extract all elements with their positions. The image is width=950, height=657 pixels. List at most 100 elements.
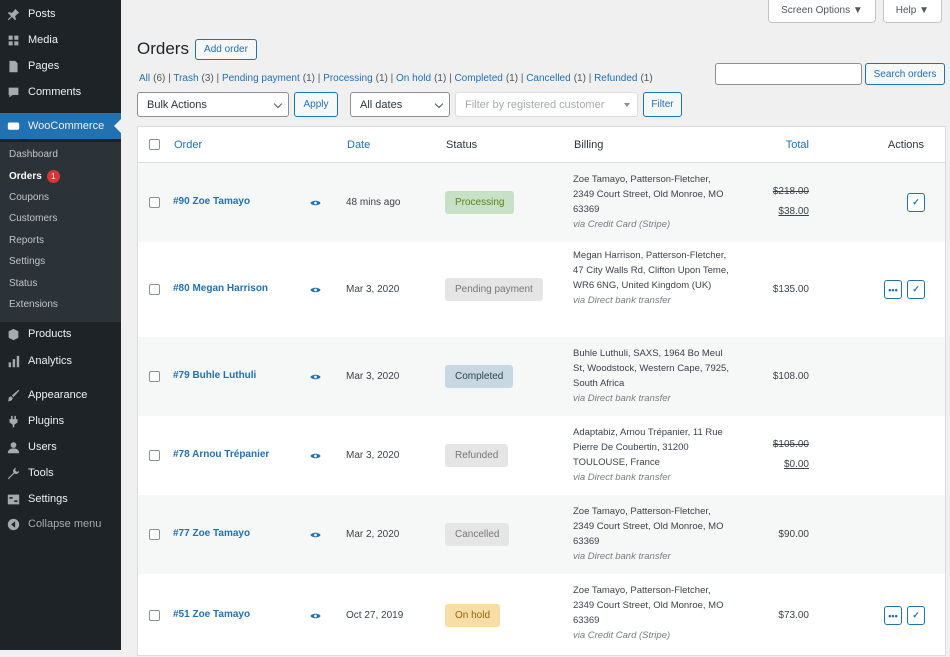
- complete-action-button[interactable]: ✓: [907, 606, 925, 625]
- status-link[interactable]: Completed: [454, 73, 502, 84]
- select-value: All dates: [360, 98, 403, 111]
- order-date: Mar 3, 2020: [346, 284, 400, 295]
- row-checkbox[interactable]: [149, 284, 160, 295]
- row-checkbox[interactable]: [149, 197, 160, 208]
- submenu-orders[interactable]: Orders 1: [9, 170, 60, 183]
- table-row[interactable]: #78 Arnou Trépanier Mar 3, 2020 Refunded Ad…: [138, 416, 945, 495]
- status-count: (3): [201, 73, 214, 84]
- menu-pages[interactable]: Pages: [0, 54, 121, 78]
- select-all-checkbox[interactable]: [149, 139, 160, 150]
- submenu-coupons[interactable]: Coupons: [9, 192, 49, 203]
- menu-appearance[interactable]: Appearance: [0, 383, 121, 407]
- preview-eye-icon[interactable]: [310, 200, 321, 206]
- menu-settings[interactable]: Settings: [0, 487, 121, 511]
- complete-action-button[interactable]: ✓: [907, 193, 925, 212]
- submenu-customers[interactable]: Customers: [9, 213, 57, 224]
- woocommerce-icon: [7, 120, 20, 133]
- order-total: $90.00: [778, 529, 809, 540]
- order-link[interactable]: #78 Arnou Trépanier: [173, 449, 269, 460]
- table-row[interactable]: #77 Zoe Tamayo Mar 2, 2020 Cancelled Zoe Ta…: [138, 495, 945, 574]
- status-badge: Processing: [445, 191, 515, 214]
- status-link[interactable]: All: [139, 73, 150, 84]
- table-row[interactable]: #79 Buhle Luthuli Mar 3, 2020 Completed Buh…: [138, 337, 945, 416]
- menu-label: Products: [28, 328, 72, 340]
- admin-sidebar: Posts Media Pages Comments WooCommerce D…: [0, 0, 121, 650]
- column-order[interactable]: Order: [174, 139, 202, 151]
- submenu-extensions[interactable]: Extensions: [9, 299, 58, 310]
- more-actions-button[interactable]: •••: [884, 606, 902, 625]
- row-checkbox[interactable]: [149, 371, 160, 382]
- collapse-menu[interactable]: Collapse menu: [0, 512, 121, 536]
- menu-posts[interactable]: Posts: [0, 2, 121, 26]
- payment-method: via Direct bank transfer: [573, 393, 671, 404]
- order-date: Mar 2, 2020: [346, 529, 400, 540]
- menu-plugins[interactable]: Plugins: [0, 409, 121, 433]
- status-count: (1): [375, 73, 388, 84]
- menu-tools[interactable]: Tools: [0, 461, 121, 485]
- date-filter-select[interactable]: All dates: [350, 92, 450, 117]
- payment-method: via Credit Card (Stripe): [573, 630, 671, 641]
- menu-label: Analytics: [28, 355, 73, 367]
- top-buttons: Screen Options ▼ Help ▼: [768, 0, 942, 23]
- submenu-settings[interactable]: Settings: [9, 256, 45, 267]
- menu-products[interactable]: Products: [0, 322, 121, 346]
- billing-address: Zoe Tamayo, Patterson-Fletcher, 2349 Cou…: [573, 583, 733, 643]
- menu-users[interactable]: Users: [0, 435, 121, 459]
- status-badge: Pending payment: [445, 278, 543, 301]
- menu-analytics[interactable]: Analytics: [0, 349, 121, 373]
- order-link[interactable]: #51 Zoe Tamayo: [173, 609, 250, 620]
- menu-woocommerce[interactable]: WooCommerce: [0, 113, 121, 139]
- billing-address: Zoe Tamayo, Patterson-Fletcher, 2349 Cou…: [573, 504, 733, 564]
- column-total[interactable]: Total: [786, 139, 809, 151]
- order-link[interactable]: #79 Buhle Luthuli: [173, 370, 256, 381]
- search-orders-button[interactable]: Search orders: [865, 63, 945, 85]
- status-link[interactable]: On hold: [396, 73, 431, 84]
- order-link[interactable]: #77 Zoe Tamayo: [173, 528, 250, 539]
- separator: |: [387, 73, 397, 84]
- preview-eye-icon[interactable]: [310, 287, 321, 293]
- status-link[interactable]: Pending payment: [222, 73, 300, 84]
- status-badge: Completed: [445, 365, 514, 388]
- submenu-label: Orders: [9, 171, 42, 182]
- row-checkbox[interactable]: [149, 610, 160, 621]
- column-billing: Billing: [574, 139, 604, 151]
- orders-table: Order Date Status Billing Total Actions …: [137, 126, 946, 656]
- menu-media[interactable]: Media: [0, 28, 121, 52]
- separator: |: [213, 73, 222, 84]
- submenu-dashboard[interactable]: Dashboard: [9, 149, 58, 160]
- menu-comments[interactable]: Comments: [0, 80, 121, 104]
- billing-address: Buhle Luthuli, SAXS, 1964 Bo Meul St, Wo…: [573, 346, 733, 406]
- status-badge: Refunded: [445, 444, 509, 467]
- add-order-button[interactable]: Add order: [195, 39, 257, 60]
- comments-icon: [7, 86, 20, 99]
- status-link[interactable]: Cancelled: [526, 73, 570, 84]
- more-actions-button[interactable]: •••: [884, 280, 902, 299]
- column-date[interactable]: Date: [347, 139, 370, 151]
- screen-options-button[interactable]: Screen Options ▼: [768, 0, 876, 23]
- status-link[interactable]: Trash: [173, 73, 198, 84]
- preview-eye-icon[interactable]: [310, 374, 321, 380]
- complete-action-button[interactable]: ✓: [907, 280, 925, 299]
- table-row[interactable]: #51 Zoe Tamayo Oct 27, 2019 On hold Zoe Tam…: [138, 574, 945, 657]
- preview-eye-icon[interactable]: [310, 532, 321, 538]
- apply-button[interactable]: Apply: [294, 92, 338, 117]
- search-orders-input[interactable]: [715, 63, 862, 85]
- bulk-actions-select[interactable]: Bulk Actions: [137, 92, 289, 117]
- table-row[interactable]: #80 Megan Harrison Mar 3, 2020 Pending pay…: [138, 242, 945, 337]
- submenu-status[interactable]: Status: [9, 278, 37, 289]
- billing-text: Buhle Luthuli, SAXS, 1964 Bo Meul St, Wo…: [573, 348, 729, 389]
- submenu-reports[interactable]: Reports: [9, 235, 44, 246]
- row-checkbox[interactable]: [149, 450, 160, 461]
- table-row[interactable]: #90 Zoe Tamayo 48 mins ago Processing Zoe T…: [138, 163, 945, 242]
- row-checkbox[interactable]: [149, 529, 160, 540]
- help-button[interactable]: Help ▼: [882, 0, 942, 23]
- preview-eye-icon[interactable]: [310, 453, 321, 459]
- filter-button[interactable]: Filter: [643, 92, 682, 117]
- bar-chart-icon: [7, 355, 20, 368]
- order-link[interactable]: #80 Megan Harrison: [173, 283, 268, 294]
- order-link[interactable]: #90 Zoe Tamayo: [173, 196, 250, 207]
- preview-eye-icon[interactable]: [310, 613, 321, 619]
- customer-filter-select[interactable]: Filter by registered customer: [455, 92, 638, 117]
- status-link[interactable]: Processing: [323, 73, 372, 84]
- status-link[interactable]: Refunded: [594, 73, 637, 84]
